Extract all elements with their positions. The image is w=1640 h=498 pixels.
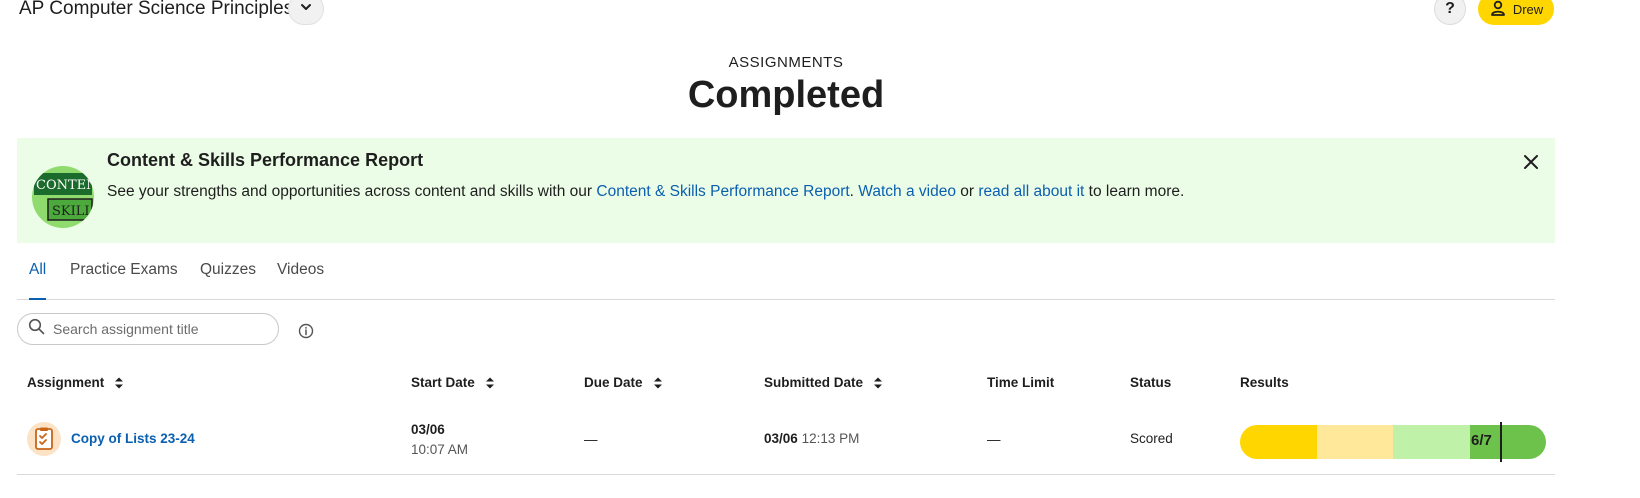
section-label: ASSIGNMENTS (728, 54, 844, 71)
assignment-checklist-icon (27, 422, 61, 456)
assignment-link[interactable]: Copy of Lists 23-24 (71, 431, 195, 446)
column-label: Results (1240, 375, 1289, 390)
chevron-down-icon (299, 0, 313, 19)
column-header-time-limit: Time Limit (987, 375, 1054, 390)
column-label: Submitted Date (764, 375, 864, 390)
read-about-link[interactable]: read all about it (978, 183, 1084, 200)
banner-text-or: or (955, 183, 979, 200)
column-header-due-date[interactable]: Due Date (584, 375, 663, 390)
column-header-results: Results (1240, 375, 1289, 390)
results-band-segment (1316, 425, 1393, 459)
tab-quizzes[interactable]: Quizzes (200, 261, 256, 298)
close-icon (1523, 154, 1539, 175)
user-icon (1489, 0, 1507, 20)
submitted-date: 03/06 (764, 431, 798, 446)
close-banner-button[interactable] (1519, 152, 1543, 176)
search-icon (28, 318, 45, 340)
table-row: Copy of Lists 23-24 03/06 10:07 AM — 03/… (17, 404, 1555, 475)
report-logo: CONTEN SKILL (32, 166, 94, 228)
help-button[interactable]: ? (1434, 0, 1466, 25)
start-date-cell: 03/06 10:07 AM (411, 422, 468, 457)
top-bar: AP Computer Science Principles ? Drew (0, 0, 1640, 30)
column-header-start-date[interactable]: Start Date (411, 375, 495, 390)
column-label: Due Date (584, 375, 643, 390)
results-band-segment (1393, 425, 1470, 459)
column-header-status: Status (1130, 375, 1171, 390)
user-menu-button[interactable]: Drew (1478, 0, 1554, 25)
column-label: Assignment (27, 375, 105, 390)
sort-icon[interactable] (485, 376, 495, 390)
sort-icon[interactable] (873, 376, 883, 390)
score-marker (1500, 422, 1502, 462)
logo-text-top: CONTEN (36, 178, 94, 193)
due-date: — (584, 432, 598, 447)
course-dropdown-button[interactable] (288, 0, 324, 25)
banner-title: Content & Skills Performance Report (107, 150, 424, 170)
time-limit: — (987, 432, 1001, 447)
start-time: 10:07 AM (411, 442, 469, 457)
column-label: Time Limit (987, 375, 1055, 390)
info-icon[interactable] (297, 322, 315, 340)
user-name: Drew (1512, 1, 1544, 17)
assignment-tabs: All Practice Exams Quizzes Videos (17, 255, 1555, 300)
banner-text: See your strengths and opportunities acr… (107, 183, 1184, 201)
column-label: Status (1130, 375, 1172, 390)
tab-practice-exams[interactable]: Practice Exams (70, 261, 178, 298)
logo-text-bottom: SKILL (52, 204, 93, 219)
banner-text-prefix: See your strengths and opportunities acr… (107, 183, 597, 200)
watch-video-link[interactable]: Watch a video (858, 183, 956, 200)
sort-icon[interactable] (653, 376, 663, 390)
submitted-date-cell: 03/06 12:13 PM (764, 431, 859, 446)
results-band-segment (1240, 425, 1317, 459)
performance-report-banner: CONTEN SKILL Content & Skills Performanc… (17, 138, 1555, 243)
course-title: AP Computer Science Principles (19, 0, 294, 19)
search-input[interactable] (51, 320, 265, 338)
status: Scored (1130, 431, 1173, 446)
tab-videos[interactable]: Videos (277, 261, 324, 298)
score-label: 6/7 (1471, 432, 1492, 449)
help-label: ? (1445, 0, 1455, 17)
submitted-time: 12:13 PM (801, 431, 860, 446)
start-date: 03/06 (411, 422, 445, 437)
column-header-assignment[interactable]: Assignment (27, 375, 124, 390)
report-link[interactable]: Content & Skills Performance Report (596, 183, 849, 200)
column-label: Start Date (411, 375, 475, 390)
page-title: Completed (687, 74, 885, 116)
column-header-submitted-date[interactable]: Submitted Date (764, 375, 883, 390)
search-box (17, 313, 279, 345)
banner-text-sep: . (849, 183, 859, 200)
tab-all[interactable]: All (29, 261, 47, 300)
banner-text-suffix: to learn more. (1084, 183, 1185, 200)
sort-icon[interactable] (114, 376, 124, 390)
